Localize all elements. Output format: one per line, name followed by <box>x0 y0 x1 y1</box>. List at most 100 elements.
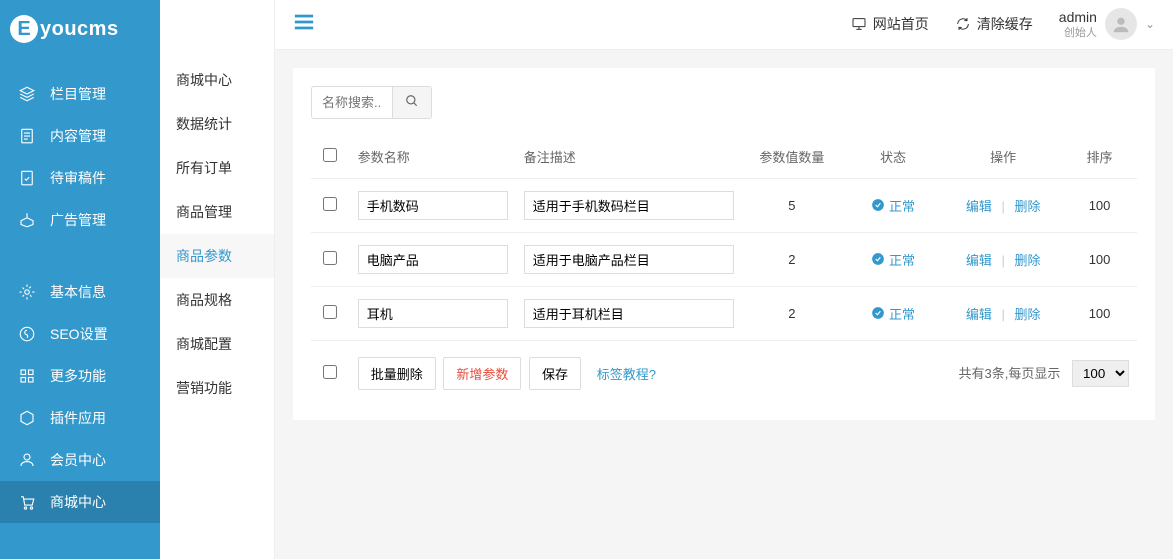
clear-cache-link[interactable]: 清除缓存 <box>955 14 1033 34</box>
user-icon <box>18 451 36 469</box>
per-page-select[interactable]: 100 <box>1072 360 1129 387</box>
status-badge: 正常 <box>871 196 915 215</box>
homepage-label: 网站首页 <box>873 14 929 34</box>
table-row: 2 正常 编辑 | 删除 100 <box>311 287 1137 341</box>
check-circle-icon <box>871 252 885 266</box>
name-input[interactable] <box>358 245 508 274</box>
select-all-checkbox[interactable] <box>323 148 337 162</box>
check-circle-icon <box>871 306 885 320</box>
plugin-icon <box>18 409 36 427</box>
row-checkbox[interactable] <box>323 305 337 319</box>
sidebar-item-label: 插件应用 <box>50 408 106 428</box>
sidebar-item-label: 商城中心 <box>50 492 106 512</box>
col-name: 参数名称 <box>350 135 516 179</box>
col-sort: 排序 <box>1062 135 1137 179</box>
desc-input[interactable] <box>524 245 734 274</box>
sidebar-item-pending[interactable]: 待审稿件 <box>0 157 160 199</box>
avatar <box>1105 8 1137 40</box>
sub-item-config[interactable]: 商城配置 <box>160 322 274 366</box>
sidebar-item-mall[interactable]: 商城中心 <box>0 481 160 523</box>
sort-cell: 100 <box>1062 179 1137 233</box>
stack-icon <box>18 85 36 103</box>
batch-delete-button[interactable]: 批量删除 <box>358 357 436 390</box>
sidebar-item-ads[interactable]: 广告管理 <box>0 199 160 241</box>
logo[interactable]: E youcms <box>0 0 160 63</box>
gear-icon <box>18 283 36 301</box>
sidebar-item-members[interactable]: 会员中心 <box>0 439 160 481</box>
table-row: 5 正常 编辑 | 删除 100 <box>311 179 1137 233</box>
status-badge: 正常 <box>871 250 915 269</box>
sub-item-specs[interactable]: 商品规格 <box>160 278 274 322</box>
add-param-button[interactable]: 新增参数 <box>443 357 521 390</box>
select-all-footer-checkbox[interactable] <box>323 365 337 379</box>
row-checkbox[interactable] <box>323 251 337 265</box>
count-cell: 2 <box>742 287 842 341</box>
search-input[interactable] <box>312 88 392 117</box>
subsidebar: 商城中心 数据统计 所有订单 商品管理 商品参数 商品规格 商城配置 营销功能 <box>160 0 275 559</box>
check-circle-icon <box>871 198 885 212</box>
homepage-link[interactable]: 网站首页 <box>851 14 929 34</box>
sidebar-item-label: 更多功能 <box>50 366 106 386</box>
col-count: 参数值数量 <box>742 135 842 179</box>
sub-item-mall-center[interactable]: 商城中心 <box>160 58 274 102</box>
sidebar-item-more[interactable]: 更多功能 <box>0 355 160 397</box>
sub-item-orders[interactable]: 所有订单 <box>160 146 274 190</box>
sidebar-item-plugins[interactable]: 插件应用 <box>0 397 160 439</box>
col-status: 状态 <box>842 135 944 179</box>
sidebar-item-label: 基本信息 <box>50 282 106 302</box>
sidebar-item-label: 会员中心 <box>50 450 106 470</box>
row-checkbox[interactable] <box>323 197 337 211</box>
ad-icon <box>18 211 36 229</box>
delete-link[interactable]: 删除 <box>1014 253 1040 268</box>
sidebar-item-content[interactable]: 内容管理 <box>0 115 160 157</box>
user-role: 创始人 <box>1059 26 1097 40</box>
clear-cache-label: 清除缓存 <box>977 14 1033 34</box>
edit-link[interactable]: 编辑 <box>966 253 992 268</box>
tutorial-link[interactable]: 标签教程? <box>597 367 656 382</box>
more-icon <box>18 367 36 385</box>
params-table: 参数名称 备注描述 参数值数量 状态 操作 排序 5 正常 <box>311 135 1137 402</box>
logo-text: youcms <box>40 18 119 41</box>
name-input[interactable] <box>358 191 508 220</box>
cart-icon <box>18 493 36 511</box>
col-ops: 操作 <box>944 135 1062 179</box>
sort-cell: 100 <box>1062 233 1137 287</box>
sub-item-products[interactable]: 商品管理 <box>160 190 274 234</box>
save-button[interactable]: 保存 <box>529 357 581 390</box>
chevron-down-icon: ⌄ <box>1145 17 1155 31</box>
doc-icon <box>18 127 36 145</box>
sub-item-params[interactable]: 商品参数 <box>160 234 274 278</box>
hamburger-button[interactable] <box>293 11 315 39</box>
pending-icon <box>18 169 36 187</box>
table-row: 2 正常 编辑 | 删除 100 <box>311 233 1137 287</box>
sidebar-item-label: 广告管理 <box>50 210 106 230</box>
edit-link[interactable]: 编辑 <box>966 307 992 322</box>
seo-icon <box>18 325 36 343</box>
status-badge: 正常 <box>871 304 915 323</box>
sidebar-item-settings[interactable]: 基本信息 <box>0 271 160 313</box>
monitor-icon <box>851 16 867 32</box>
sidebar-item-seo[interactable]: SEO设置 <box>0 313 160 355</box>
desc-input[interactable] <box>524 191 734 220</box>
refresh-icon <box>955 16 971 32</box>
sub-item-stats[interactable]: 数据统计 <box>160 102 274 146</box>
sidebar-item-columns[interactable]: 栏目管理 <box>0 73 160 115</box>
sort-cell: 100 <box>1062 287 1137 341</box>
desc-input[interactable] <box>524 299 734 328</box>
name-input[interactable] <box>358 299 508 328</box>
delete-link[interactable]: 删除 <box>1014 199 1040 214</box>
total-text: 共有3条,每页显示 <box>959 366 1061 381</box>
count-cell: 2 <box>742 233 842 287</box>
edit-link[interactable]: 编辑 <box>966 199 992 214</box>
delete-link[interactable]: 删除 <box>1014 307 1040 322</box>
user-menu[interactable]: admin 创始人 ⌄ <box>1059 8 1155 40</box>
user-name: admin <box>1059 8 1097 26</box>
count-cell: 5 <box>742 179 842 233</box>
logo-icon: E <box>10 15 38 43</box>
search-button[interactable] <box>392 87 431 118</box>
sidebar-item-label: 待审稿件 <box>50 168 106 188</box>
search-icon <box>405 94 419 108</box>
sub-item-marketing[interactable]: 营销功能 <box>160 366 274 410</box>
sidebar-item-label: 栏目管理 <box>50 84 106 104</box>
sidebar-item-label: 内容管理 <box>50 126 106 146</box>
